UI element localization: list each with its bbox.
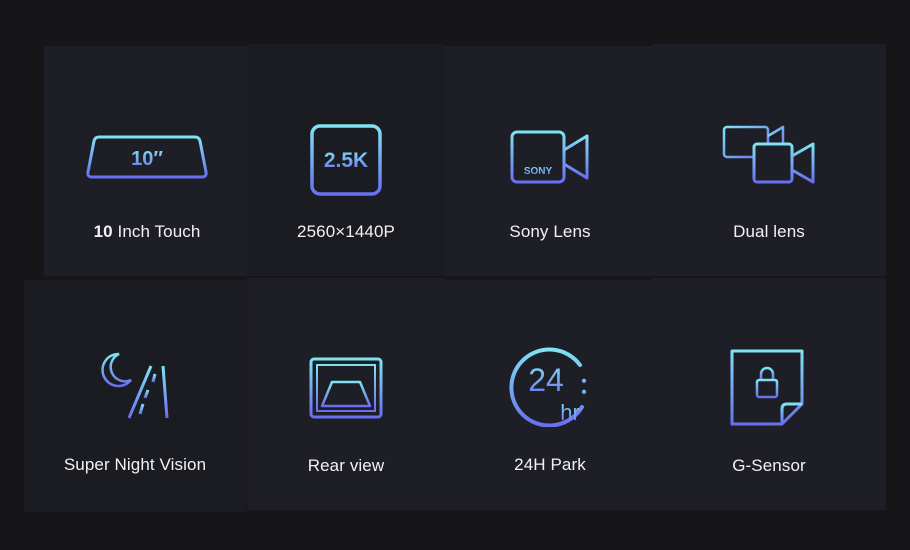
feature-tile-sony: SONY Sony Lens <box>445 46 655 276</box>
feature-label-dual: Dual lens <box>733 222 805 241</box>
dual-camera-icon <box>722 125 815 184</box>
feature-tile-dual: Dual lens <box>652 44 886 276</box>
feature-tile-gsensor: G-Sensor <box>652 278 886 510</box>
feature-label-rear: Rear view <box>307 456 385 475</box>
feature-tile-night: Super Night Vision <box>24 280 246 512</box>
feature-label-touch: 10 Inch Touch <box>93 222 201 241</box>
feature-tile-resolution: 2.5K 2560×1440P <box>247 44 445 276</box>
parking-24h-icon: 24 hr <box>509 347 587 427</box>
rear-view-icon <box>309 357 383 419</box>
feature-tile-rear: Rear view <box>247 278 445 510</box>
resolution-icon: 2.5K <box>310 124 382 196</box>
park-hours-text: 24 <box>528 362 564 398</box>
sony-camera-icon: SONY <box>510 130 589 184</box>
feature-label-park: 24H Park <box>514 455 586 474</box>
screen-size-text: 10″ <box>131 148 163 170</box>
feature-label-gsensor: G-Sensor <box>732 456 806 475</box>
night-vision-icon <box>101 352 169 419</box>
park-hr-text: hr <box>560 400 580 425</box>
feature-label-sony: Sony Lens <box>509 222 591 241</box>
resolution-badge-text: 2.5K <box>324 149 368 172</box>
feature-tile-touch: 10″ 10 Inch Touch <box>44 46 250 276</box>
sony-brand-text: SONY <box>524 166 553 177</box>
feature-tile-park: 24 hr 24H Park <box>445 280 655 510</box>
feature-label-resolution: 2560×1440P <box>297 222 395 241</box>
feature-label-night: Super Night Vision <box>63 455 207 474</box>
mirror-screen-icon: 10″ <box>86 135 208 179</box>
g-sensor-lock-icon <box>730 349 804 426</box>
